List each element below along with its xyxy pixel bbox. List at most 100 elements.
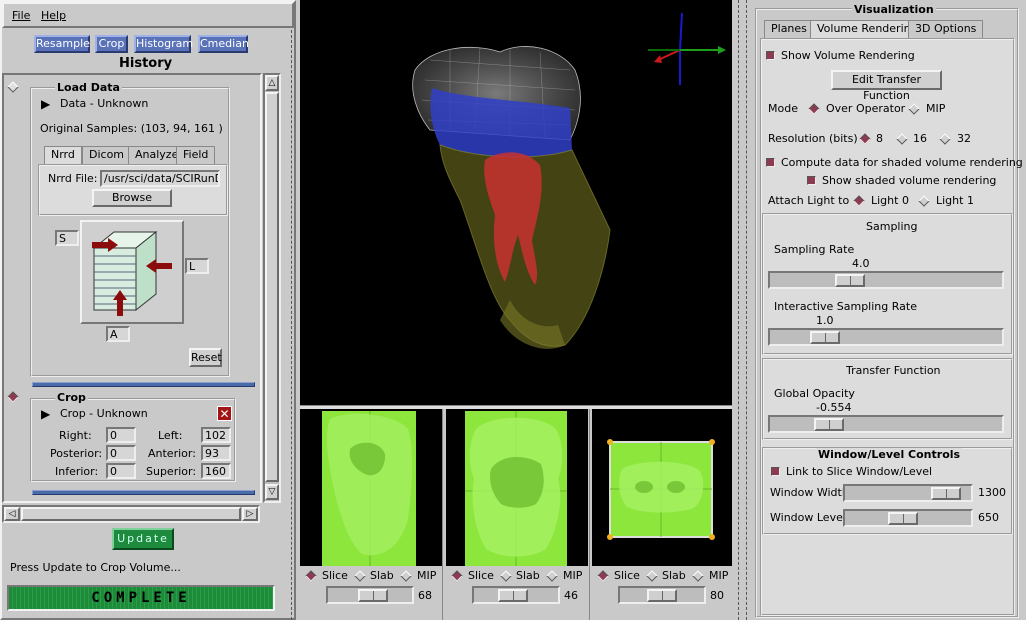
edit-transfer-function-button[interactable]: Edit Transfer Function — [831, 70, 942, 102]
nrrd-file-input[interactable]: /usr/sci/data/SCIRunData — [100, 170, 220, 187]
window-width-value: 1300 — [978, 486, 1006, 499]
mip-radio-1[interactable] — [400, 570, 412, 582]
slab-radio-3[interactable] — [646, 570, 658, 582]
anterior-field[interactable]: 93 — [201, 445, 231, 461]
window-level-title: Window/Level Controls — [816, 448, 963, 461]
scroll-left-arrow[interactable]: ◁ — [4, 507, 20, 521]
compute-shaded-checkbox[interactable] — [766, 158, 775, 167]
compute-shaded-label: Compute data for shaded volume rendering — [781, 156, 1023, 169]
slice-radio-3[interactable] — [597, 570, 609, 582]
interactive-rate-label: Interactive Sampling Rate — [774, 300, 917, 313]
resample-button[interactable]: Resample — [34, 35, 90, 53]
slice-slider-thumb-3[interactable] — [647, 589, 677, 602]
menu-help[interactable]: Help — [41, 9, 66, 22]
slab-label-3: Slab — [662, 569, 686, 582]
vis-tabs: Planes Volume Rendering 3D Options — [760, 20, 1015, 40]
slice-value-1: 68 — [418, 589, 432, 602]
sampling-rate-slider[interactable] — [768, 271, 1004, 289]
orientation-cube-icon — [92, 230, 172, 316]
transfer-function-title: Transfer Function — [846, 364, 941, 377]
mip-radio-2[interactable] — [546, 570, 558, 582]
mode-over-label: Over Operator — [826, 102, 906, 115]
menu-file[interactable]: File — [12, 9, 30, 22]
crop-play-icon[interactable]: ▶ — [41, 407, 50, 421]
window-level-thumb[interactable] — [888, 512, 919, 525]
global-opacity-slider[interactable] — [768, 415, 1004, 433]
axis-s-field[interactable]: S — [55, 230, 79, 246]
slice-slider-thumb-1[interactable] — [357, 589, 388, 602]
section-separator-1 — [32, 382, 255, 387]
crop-close-icon[interactable]: ✕ — [217, 406, 232, 421]
window-level-slider[interactable] — [843, 509, 973, 527]
divider-slice-2 — [589, 409, 590, 620]
tab-3d-options[interactable]: 3D Options — [908, 20, 984, 38]
nrrd-file-label: Nrrd File: — [48, 172, 98, 185]
load-tabs: Nrrd Dicom Analyze Field — [42, 146, 228, 166]
data-item-label: Data - Unknown — [60, 97, 149, 110]
window-width-thumb[interactable] — [931, 487, 962, 500]
left-label: Left: — [158, 429, 183, 442]
tab-nrrd[interactable]: Nrrd — [44, 146, 82, 164]
tab-dicom[interactable]: Dicom — [82, 146, 132, 164]
right-field[interactable]: 0 — [106, 427, 136, 443]
slice-radio-1[interactable] — [305, 570, 317, 582]
original-samples-text: Original Samples: (103, 94, 161 ) — [40, 122, 223, 135]
slice-slider-thumb-2[interactable] — [498, 589, 529, 602]
window-level-label: Window Level — [770, 511, 846, 524]
slab-radio-2[interactable] — [500, 570, 512, 582]
scroll-thumb-horizontal[interactable] — [21, 507, 241, 521]
slice-slider-1[interactable] — [326, 586, 414, 604]
slice-slider-3[interactable] — [618, 586, 706, 604]
window-width-label: Window Width — [770, 486, 849, 499]
crop-item-label: Crop - Unknown — [60, 407, 148, 420]
superior-field[interactable]: 160 — [201, 463, 231, 479]
status-text: Press Update to Crop Volume... — [10, 561, 181, 574]
slab-label-2: Slab — [516, 569, 540, 582]
tab-planes[interactable]: Planes — [764, 20, 814, 38]
slice-controls-1: Slice Slab MIP 68 — [300, 566, 442, 620]
play-icon[interactable]: ▶ — [41, 97, 50, 111]
cmedian-button[interactable]: Cmedian — [198, 35, 249, 53]
browse-button[interactable]: Browse — [92, 189, 172, 207]
crop-button[interactable]: Crop — [95, 35, 128, 53]
crop-title: Crop — [55, 391, 88, 404]
axis-l-field[interactable]: L — [185, 258, 209, 274]
show-shaded-label: Show shaded volume rendering — [822, 174, 997, 187]
scroll-up-arrow[interactable]: △ — [265, 75, 279, 91]
mode-label: Mode — [768, 102, 798, 115]
sampling-rate-thumb[interactable] — [834, 274, 865, 287]
posterior-label: Posterior: — [50, 447, 103, 460]
window-width-slider[interactable] — [843, 484, 973, 502]
histogram-button[interactable]: Histogram — [134, 35, 193, 53]
link-slice-checkbox[interactable] — [771, 467, 780, 476]
axis-a-field[interactable]: A — [106, 326, 130, 342]
divider-left — [291, 30, 292, 620]
scroll-right-arrow[interactable]: ▷ — [242, 507, 258, 521]
interactive-rate-thumb[interactable] — [810, 331, 841, 344]
mip-label-3: MIP — [709, 569, 729, 582]
divider-right-1 — [738, 0, 739, 620]
left-field[interactable]: 102 — [201, 427, 231, 443]
tab-field[interactable]: Field — [176, 146, 216, 164]
show-volume-checkbox[interactable] — [766, 51, 775, 60]
slice-controls-2: Slice Slab MIP 46 — [446, 566, 588, 620]
update-button[interactable]: Update — [112, 528, 174, 550]
show-shaded-checkbox[interactable] — [807, 176, 816, 185]
slice-slider-2[interactable] — [472, 586, 560, 604]
posterior-field[interactable]: 0 — [106, 445, 136, 461]
superior-label: Superior: — [146, 465, 197, 478]
visualization-title: Visualization — [852, 3, 936, 16]
slab-radio-1[interactable] — [354, 570, 366, 582]
axis-widget-icon — [648, 12, 726, 85]
scroll-down-arrow[interactable]: ▽ — [265, 484, 279, 500]
mip-radio-3[interactable] — [692, 570, 704, 582]
divider-slice-1 — [442, 409, 443, 620]
reset-button[interactable]: Reset — [189, 348, 222, 367]
inferior-field[interactable]: 0 — [106, 463, 136, 479]
scroll-thumb-vertical[interactable] — [265, 92, 279, 482]
mip-label-2: MIP — [563, 569, 583, 582]
progress-label: COMPLETE — [91, 590, 191, 606]
slice-radio-2[interactable] — [451, 570, 463, 582]
global-opacity-thumb[interactable] — [814, 418, 845, 431]
interactive-rate-slider[interactable] — [768, 328, 1004, 346]
